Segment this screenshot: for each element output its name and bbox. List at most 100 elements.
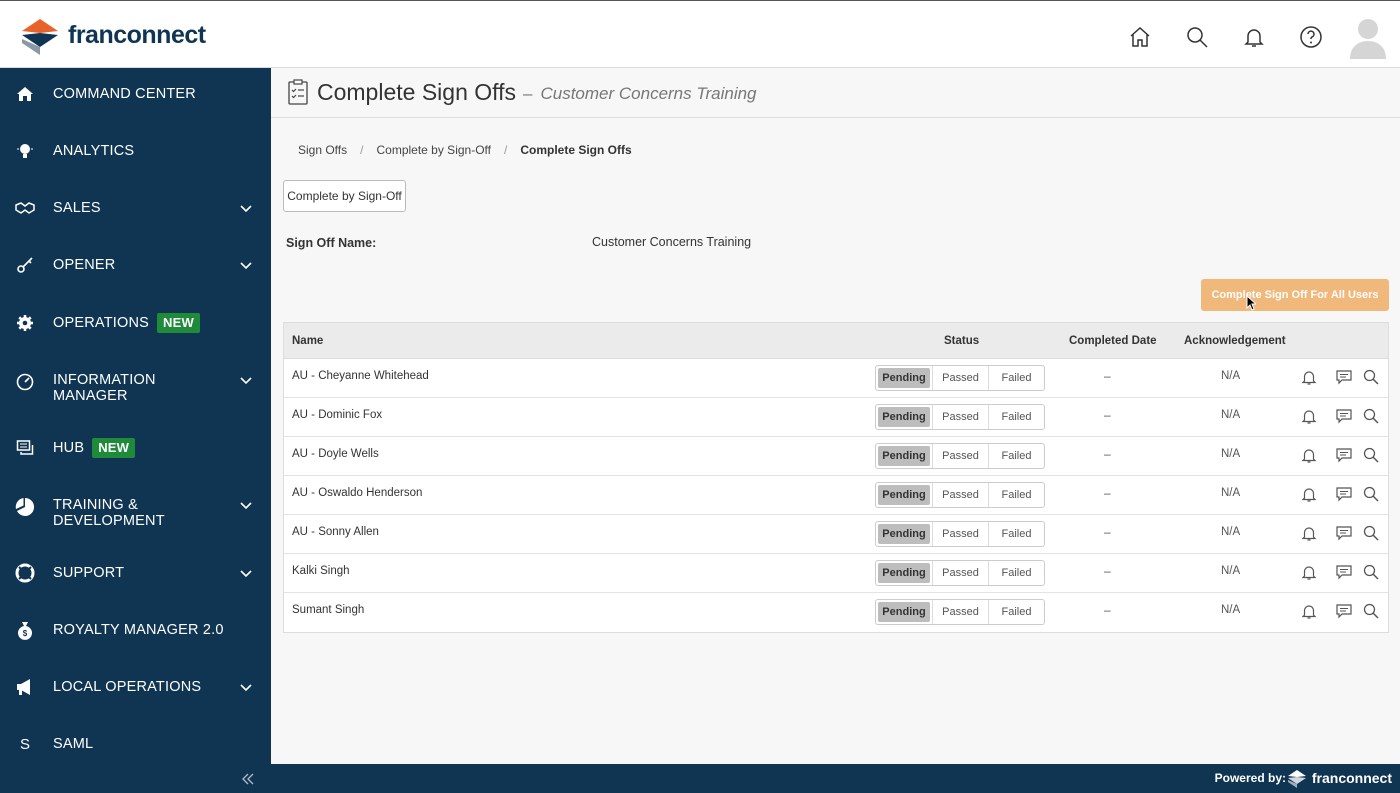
table-body: AU - Cheyanne Whitehead Pending Passed Fai…: [284, 359, 1388, 632]
view-details-search-icon[interactable]: [1362, 368, 1380, 386]
sidebar-item-support[interactable]: SUPPORT: [0, 560, 271, 586]
view-details-search-icon[interactable]: [1362, 563, 1380, 581]
comment-icon[interactable]: [1335, 563, 1353, 581]
mouse-cursor-icon: [1246, 295, 1256, 311]
sidebar-item-local-operations[interactable]: LOCAL OPERATIONS: [0, 674, 271, 700]
status-option-passed[interactable]: Passed: [932, 600, 988, 624]
sidebar-item-opener[interactable]: OPENER: [0, 252, 271, 278]
table-row: Kalki Singh Pending Passed Failed – N/A: [284, 554, 1388, 593]
completed-date-cell: –: [1104, 603, 1111, 617]
status-option-pending[interactable]: Pending: [878, 446, 930, 466]
sidebar-item-hub[interactable]: HUB NEW: [0, 435, 271, 461]
sidebar-item-label: ROYALTY MANAGER 2.0: [53, 622, 224, 638]
key-icon: [14, 254, 36, 276]
sidebar-item-royalty-manager[interactable]: $ ROYALTY MANAGER 2.0: [0, 617, 271, 643]
completed-date-cell: –: [1104, 564, 1111, 578]
status-option-pending[interactable]: Pending: [878, 524, 930, 544]
completed-date-cell: –: [1104, 447, 1111, 461]
status-option-passed[interactable]: Passed: [932, 366, 988, 390]
notify-bell-icon[interactable]: [1300, 485, 1318, 503]
sidebar-item-sales[interactable]: SALES: [0, 195, 271, 221]
chevron-down-icon: [240, 377, 252, 385]
sidebar-item-operations[interactable]: OPERATIONS NEW: [0, 310, 271, 336]
breadcrumb-sign-offs[interactable]: Sign Offs: [298, 143, 347, 157]
view-details-search-icon[interactable]: [1362, 446, 1380, 464]
header-actions: [1103, 15, 1388, 59]
collapse-sidebar-icon[interactable]: [240, 771, 256, 787]
status-option-passed[interactable]: Passed: [932, 444, 988, 468]
sidebar-item-saml[interactable]: S SAML: [0, 731, 271, 757]
search-button[interactable]: [1177, 17, 1217, 57]
main-content: Complete Sign Offs – Customer Concerns Tr…: [271, 68, 1400, 764]
view-details-search-icon[interactable]: [1362, 524, 1380, 542]
status-toggle-group: Pending Passed Failed: [875, 365, 1045, 391]
status-option-passed[interactable]: Passed: [932, 522, 988, 546]
status-option-failed[interactable]: Failed: [988, 405, 1044, 429]
column-header-completed-date[interactable]: Completed Date: [1069, 335, 1157, 347]
avatar-icon: [1350, 19, 1386, 59]
view-details-search-icon[interactable]: [1362, 602, 1380, 620]
status-toggle-group: Pending Passed Failed: [875, 482, 1045, 508]
notifications-button[interactable]: [1234, 17, 1274, 57]
status-option-failed[interactable]: Failed: [988, 561, 1044, 585]
status-option-failed[interactable]: Failed: [988, 444, 1044, 468]
status-option-pending[interactable]: Pending: [878, 368, 930, 388]
help-button[interactable]: [1291, 17, 1331, 57]
breadcrumb-complete-by-sign-off[interactable]: Complete by Sign-Off: [376, 143, 491, 157]
status-option-passed[interactable]: Passed: [932, 405, 988, 429]
column-header-name[interactable]: Name: [292, 335, 323, 347]
column-header-status[interactable]: Status: [944, 335, 979, 347]
chevron-down-icon: [240, 262, 252, 270]
comment-icon[interactable]: [1335, 524, 1353, 542]
status-option-failed[interactable]: Failed: [988, 522, 1044, 546]
chevron-down-icon: [240, 205, 252, 213]
status-option-pending[interactable]: Pending: [878, 602, 930, 622]
completed-date-cell: –: [1104, 486, 1111, 500]
sidebar-item-command-center[interactable]: COMMAND CENTER: [0, 81, 271, 107]
user-avatar[interactable]: [1348, 15, 1388, 59]
status-option-failed[interactable]: Failed: [988, 366, 1044, 390]
view-details-search-icon[interactable]: [1362, 407, 1380, 425]
status-option-pending[interactable]: Pending: [878, 407, 930, 427]
breadcrumb: Sign Offs / Complete by Sign-Off / Compl…: [298, 143, 632, 157]
comment-icon[interactable]: [1335, 407, 1353, 425]
home-button[interactable]: [1120, 17, 1160, 57]
comment-icon[interactable]: [1335, 446, 1353, 464]
status-option-passed[interactable]: Passed: [932, 483, 988, 507]
lightbulb-icon: [14, 140, 36, 162]
table-row: AU - Doyle Wells Pending Passed Failed – N…: [284, 437, 1388, 476]
page-title: Complete Sign Offs: [317, 79, 517, 105]
acknowledgement-cell: N/A: [1221, 487, 1241, 499]
status-option-pending[interactable]: Pending: [878, 485, 930, 505]
notify-bell-icon[interactable]: [1300, 563, 1318, 581]
comment-icon[interactable]: [1335, 368, 1353, 386]
table-row: AU - Oswaldo Henderson Pending Passed Fail…: [284, 476, 1388, 515]
comment-icon[interactable]: [1335, 485, 1353, 503]
sidebar-item-label: COMMAND CENTER: [53, 86, 196, 102]
notify-bell-icon[interactable]: [1300, 368, 1318, 386]
sidebar-item-text-line2: DEVELOPMENT: [53, 513, 165, 529]
franconnect-logo[interactable]: franconnect: [18, 11, 206, 59]
status-option-failed[interactable]: Failed: [988, 483, 1044, 507]
status-option-pending[interactable]: Pending: [878, 563, 930, 583]
table-row: AU - Dominic Fox Pending Passed Failed – N…: [284, 398, 1388, 437]
view-details-search-icon[interactable]: [1362, 485, 1380, 503]
status-option-failed[interactable]: Failed: [988, 600, 1044, 624]
notify-bell-icon[interactable]: [1300, 446, 1318, 464]
sidebar-item-training-development[interactable]: TRAINING & DEVELOPMENT: [0, 492, 271, 532]
sidebar-item-label: INFORMATION MANAGER: [53, 372, 156, 404]
column-header-acknowledgement[interactable]: Acknowledgement: [1184, 335, 1286, 347]
complete-sign-off-all-button[interactable]: Complete Sign Off For All Users: [1201, 279, 1389, 311]
status-toggle-group: Pending Passed Failed: [875, 443, 1045, 469]
comment-icon[interactable]: [1335, 602, 1353, 620]
sidebar-item-information-manager[interactable]: INFORMATION MANAGER: [0, 367, 271, 407]
status-option-passed[interactable]: Passed: [932, 561, 988, 585]
notify-bell-icon[interactable]: [1300, 407, 1318, 425]
sidebar-item-text: OPERATIONS: [53, 314, 149, 331]
sidebar-item-label: HUB NEW: [53, 438, 136, 458]
sidebar-item-analytics[interactable]: ANALYTICS: [0, 138, 271, 164]
notify-bell-icon[interactable]: [1300, 524, 1318, 542]
notify-bell-icon[interactable]: [1300, 602, 1318, 620]
complete-by-sign-off-button[interactable]: Complete by Sign-Off: [283, 180, 406, 212]
lifebuoy-icon: [14, 562, 36, 584]
